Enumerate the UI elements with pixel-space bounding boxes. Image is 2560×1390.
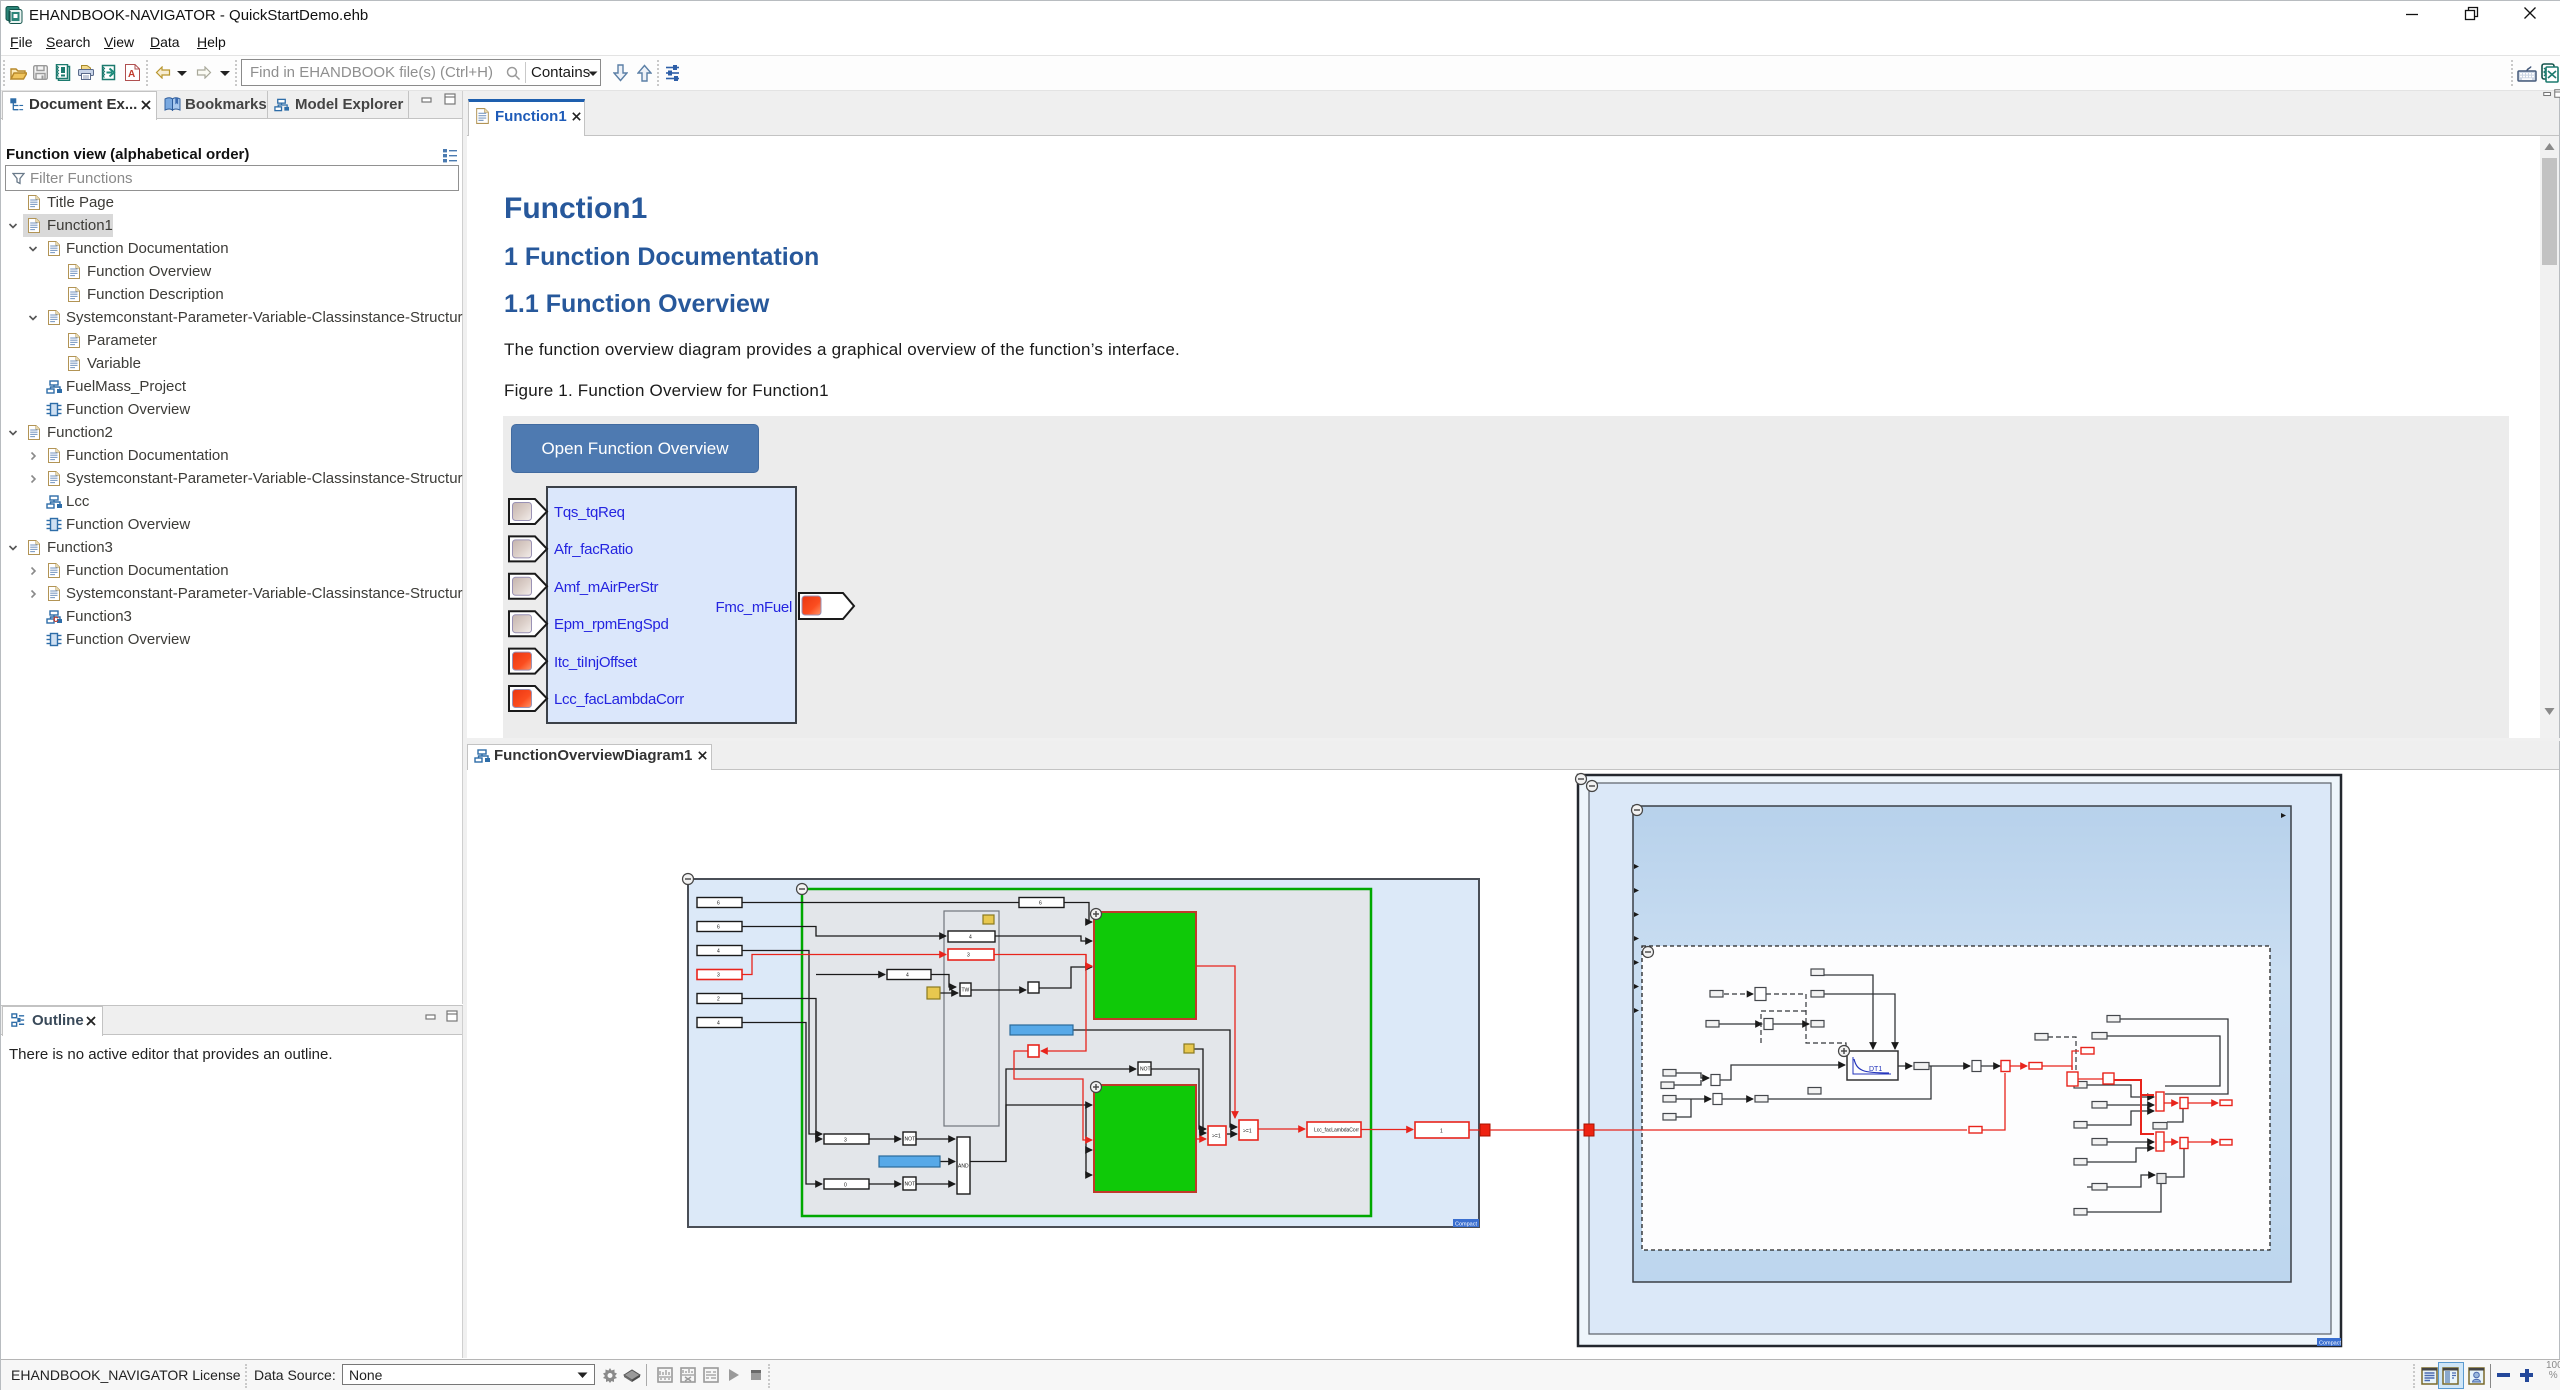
svg-text:DT1: DT1 [1869, 1066, 1882, 1073]
svg-text:6: 6 [1039, 901, 1042, 907]
svg-text:3: 3 [717, 973, 720, 979]
svg-text:4: 4 [717, 1021, 720, 1027]
svg-text:4: 4 [717, 949, 720, 955]
svg-text:Compact: Compact [1455, 1222, 1477, 1228]
svg-text:TW: TW [962, 988, 970, 994]
svg-text:NOT: NOT [905, 1137, 916, 1143]
svg-text:4: 4 [906, 973, 909, 979]
svg-text:NOT: NOT [905, 1182, 916, 1188]
svg-text:0: 0 [844, 1183, 847, 1189]
svg-text:2: 2 [717, 997, 720, 1003]
svg-text:Compact: Compact [2319, 1341, 2341, 1347]
svg-text:3: 3 [844, 1138, 847, 1144]
svg-text:3: 3 [967, 953, 970, 959]
svg-text:AND: AND [958, 1164, 969, 1170]
svg-text:6: 6 [717, 925, 720, 931]
svg-text:>=1: >=1 [1212, 1134, 1221, 1140]
svg-text:>=1: >=1 [1243, 1129, 1252, 1135]
svg-text:1: 1 [1440, 1129, 1443, 1135]
svg-text:A: A [128, 69, 135, 80]
svg-text:NOT: NOT [1140, 1067, 1151, 1073]
svg-text:4: 4 [969, 935, 972, 941]
svg-text:Lcc_facLambdaCorr: Lcc_facLambdaCorr [1314, 1128, 1359, 1134]
svg-text:6: 6 [717, 901, 720, 907]
